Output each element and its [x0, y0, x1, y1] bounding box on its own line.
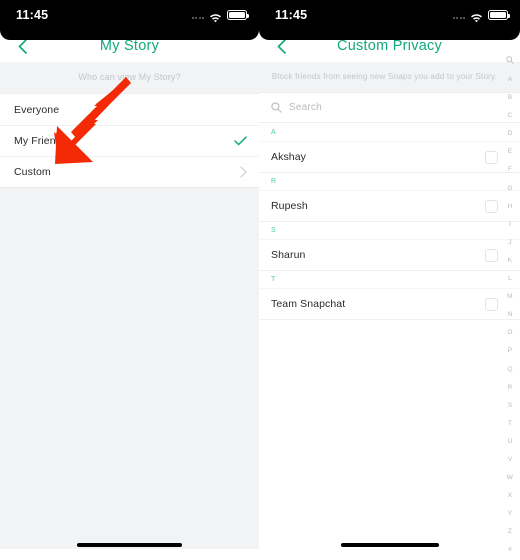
option-row-my-friends[interactable]: My Friends	[0, 125, 259, 156]
right-phone-screen: 11:45 Custom Privacy Block friends from …	[259, 0, 520, 560]
friend-checkbox[interactable]	[485, 297, 498, 311]
index-letter[interactable]: Y	[500, 505, 520, 523]
signal-dots-icon	[452, 12, 465, 19]
section-letter: S	[271, 227, 277, 234]
index-letter[interactable]: P	[500, 342, 520, 360]
friend-search-field[interactable]: Search	[259, 93, 520, 123]
index-letter[interactable]: T	[500, 415, 520, 433]
index-letter[interactable]: G	[500, 180, 520, 198]
section-letter: T	[271, 276, 276, 283]
index-search-icon[interactable]	[500, 55, 520, 71]
friend-checkbox[interactable]	[485, 150, 498, 164]
checkmark-icon	[234, 135, 247, 145]
section-header-t: T	[259, 270, 520, 288]
index-letter[interactable]: L	[500, 270, 520, 288]
chevron-left-icon	[18, 38, 27, 54]
index-letter[interactable]: I	[500, 216, 520, 234]
status-bar-indicators	[191, 10, 249, 23]
friend-name: Rupesh	[271, 200, 308, 212]
status-bar-right: 11:45	[259, 0, 520, 40]
index-letter[interactable]: S	[500, 397, 520, 415]
option-accessory	[234, 135, 247, 146]
friend-row[interactable]: Akshay	[259, 141, 520, 172]
index-letter[interactable]: D	[500, 125, 520, 143]
index-letter[interactable]: Z	[500, 523, 520, 541]
option-accessory	[240, 165, 247, 178]
wifi-icon	[209, 10, 222, 23]
right-subtitle: Block friends from seeing new Snaps you …	[259, 62, 520, 93]
index-letter[interactable]: U	[500, 433, 520, 451]
friend-row[interactable]: Team Snapchat	[259, 288, 520, 319]
index-letter[interactable]: E	[500, 143, 520, 161]
page-title-right: Custom Privacy	[336, 38, 443, 54]
friends-list: A Akshay R Rupesh S Sharun T Team Snapch…	[259, 123, 520, 319]
friend-row[interactable]: Sharun	[259, 239, 520, 270]
index-letter[interactable]: K	[500, 252, 520, 270]
friend-row[interactable]: Rupesh	[259, 190, 520, 221]
left-empty-area	[0, 187, 259, 549]
option-label: Custom	[14, 165, 51, 178]
status-bar-left: 11:45	[0, 0, 259, 40]
chevron-right-icon	[240, 165, 247, 178]
page-title-left: My Story	[99, 38, 160, 54]
index-letter[interactable]: C	[500, 107, 520, 125]
index-letter[interactable]: V	[500, 451, 520, 469]
chevron-left-icon	[277, 38, 286, 54]
right-empty-area	[259, 319, 520, 547]
index-letter[interactable]: H	[500, 198, 520, 216]
back-button-left[interactable]	[9, 30, 35, 62]
index-letter[interactable]: Q	[500, 361, 520, 379]
right-nav-bar: Custom Privacy	[259, 30, 520, 62]
index-letter[interactable]: J	[500, 234, 520, 252]
battery-full-icon	[227, 10, 249, 20]
index-letter[interactable]: W	[500, 469, 520, 487]
left-subtitle: Who can view My Story?	[0, 62, 259, 94]
index-letter[interactable]: O	[500, 324, 520, 342]
privacy-options-list: Everyone My Friends Custom	[0, 94, 259, 187]
search-icon	[271, 102, 282, 113]
friend-name: Team Snapchat	[271, 298, 346, 310]
status-bar-time: 11:45	[16, 8, 49, 22]
left-phone-screen: 11:45 My Story Who can view My Story? Ev…	[0, 0, 259, 560]
wifi-icon	[470, 10, 483, 23]
option-label: Everyone	[14, 103, 60, 116]
friend-checkbox[interactable]	[485, 248, 498, 262]
home-indicator-left	[0, 543, 259, 547]
section-letter: R	[271, 178, 277, 185]
index-letter[interactable]: A	[500, 71, 520, 89]
index-letter[interactable]: X	[500, 487, 520, 505]
friend-name: Sharun	[271, 249, 306, 261]
left-nav-bar: My Story	[0, 30, 259, 62]
option-row-custom[interactable]: Custom	[0, 156, 259, 187]
option-row-everyone[interactable]: Everyone	[0, 94, 259, 125]
home-indicator-right	[259, 543, 520, 547]
option-label: My Friends	[14, 134, 67, 147]
index-letter[interactable]: R	[500, 379, 520, 397]
section-letter: A	[271, 128, 277, 136]
status-bar-time: 11:45	[275, 8, 308, 22]
index-letter[interactable]: M	[500, 288, 520, 306]
back-button-right[interactable]	[268, 30, 294, 62]
battery-full-icon	[488, 10, 510, 20]
alphabet-index[interactable]: A B C D E F G H I J K L M N O P Q R S T …	[500, 55, 520, 560]
index-letter[interactable]: F	[500, 161, 520, 179]
section-header-s: S	[259, 221, 520, 239]
index-letter[interactable]: #	[500, 541, 520, 559]
signal-dots-icon	[191, 12, 204, 19]
section-header-a: A	[259, 123, 520, 141]
index-letter[interactable]: N	[500, 306, 520, 324]
screenshot-stage: 11:45 My Story Who can view My Story? Ev…	[0, 0, 520, 560]
status-bar-indicators	[452, 10, 510, 23]
friend-checkbox[interactable]	[485, 199, 498, 213]
search-placeholder: Search	[289, 102, 322, 113]
section-header-r: R	[259, 172, 520, 190]
index-letter[interactable]: B	[500, 89, 520, 107]
friend-name: Akshay	[271, 151, 307, 163]
